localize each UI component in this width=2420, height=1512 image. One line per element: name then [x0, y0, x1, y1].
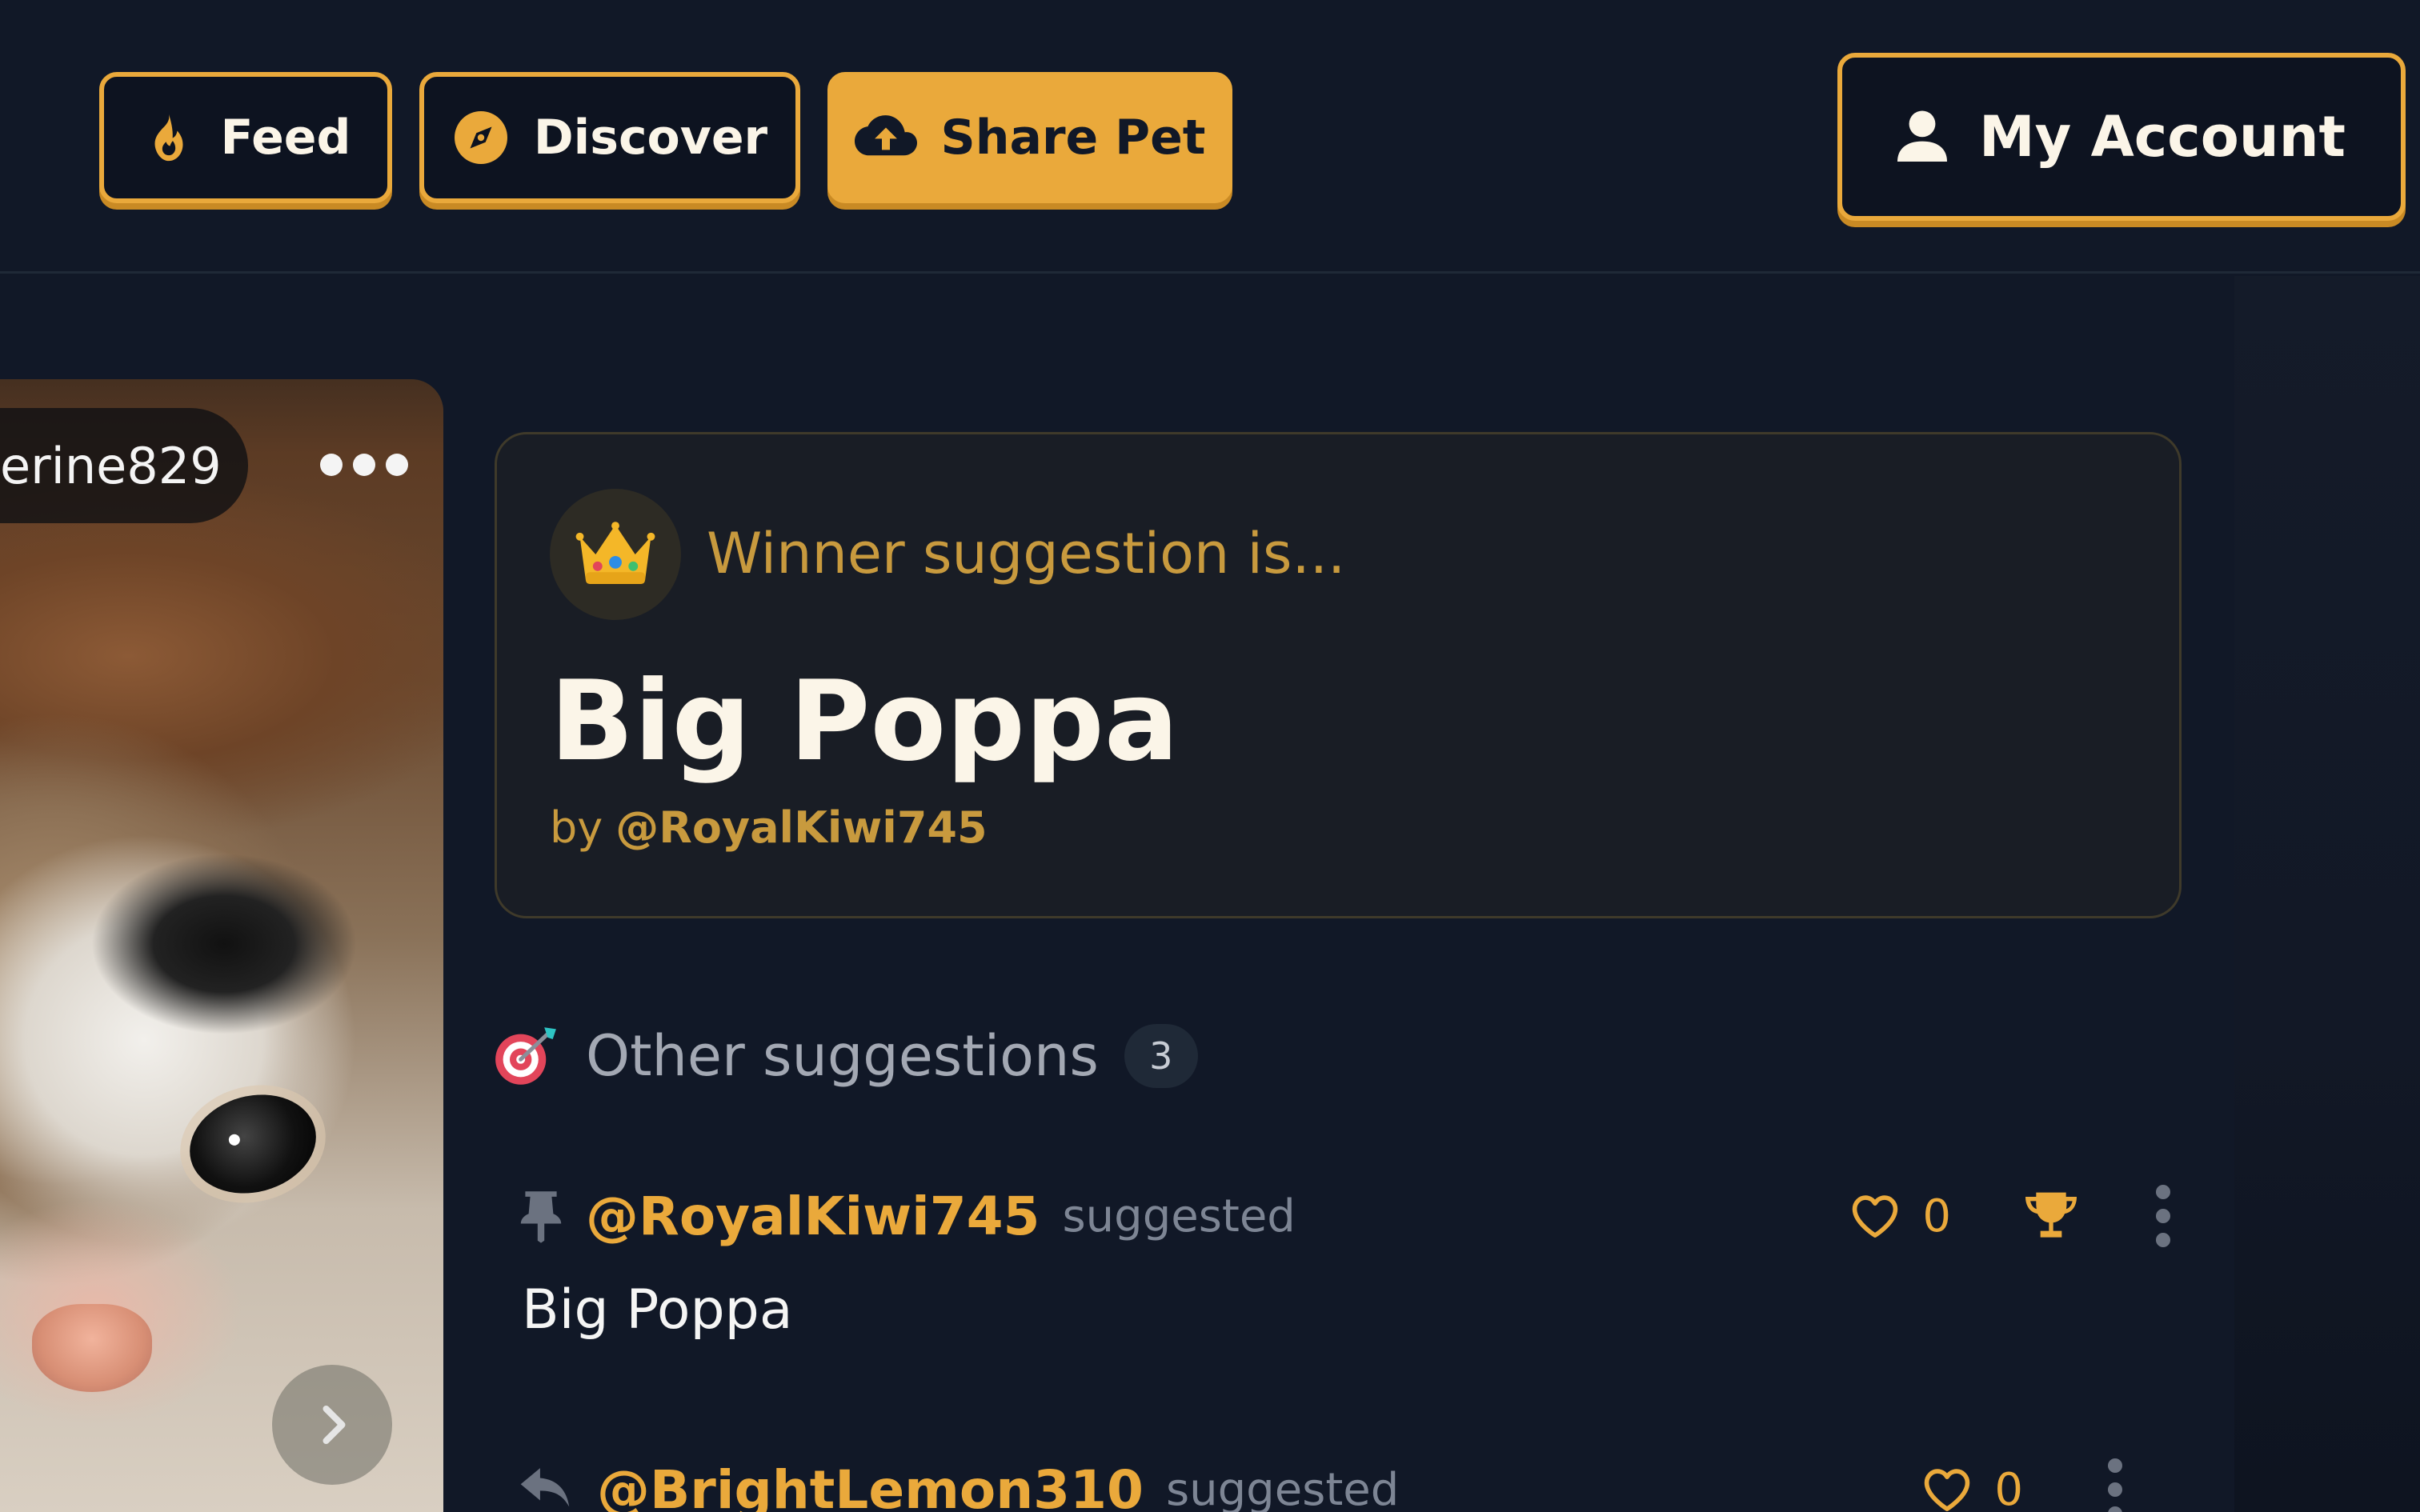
- right-gutter: [2234, 276, 2420, 1512]
- chevron-right-icon: [323, 1406, 346, 1444]
- post-author-username: erine829: [0, 436, 222, 495]
- suggestion-item: @BrightLemon310 suggested 0: [495, 1450, 2175, 1512]
- more-vertical-icon[interactable]: [2151, 1185, 2175, 1247]
- pin-icon: [520, 1191, 562, 1243]
- like-button[interactable]: 0: [1850, 1190, 1951, 1242]
- share-pet-button-label: Share Pet: [940, 110, 1206, 166]
- reply-icon: [520, 1468, 570, 1507]
- suggestion-actions: 0: [1850, 1176, 2175, 1256]
- discover-button-label: Discover: [533, 110, 768, 166]
- compass-icon: [454, 111, 507, 164]
- heart-icon: [1853, 1195, 1898, 1238]
- my-account-button[interactable]: My Account: [1837, 53, 2406, 221]
- other-suggestions-title: Other suggestions: [586, 1023, 1099, 1089]
- suggestion-author-link[interactable]: @BrightLemon310: [597, 1459, 1144, 1512]
- winner-by-prefix: by: [550, 802, 603, 853]
- other-suggestions-header: Other suggestions 3: [491, 1016, 1198, 1096]
- suggestion-text: Big Poppa: [522, 1278, 793, 1342]
- suggestion-meta: @RoyalKiwi745 suggested: [519, 1176, 1296, 1256]
- suggestions-count-badge: 3: [1124, 1024, 1198, 1088]
- share-pet-button[interactable]: Share Pet: [827, 72, 1232, 203]
- cloud-upload-icon: [854, 115, 917, 156]
- flame-icon: [154, 114, 183, 162]
- suggestion-item: @RoyalKiwi745 suggested Big Poppa 0: [495, 1176, 2175, 1368]
- winner-name: Big Poppa: [550, 657, 1179, 786]
- pet-photo-nose: [32, 1304, 152, 1392]
- discover-button[interactable]: Discover: [419, 72, 800, 203]
- crown-icon: [575, 522, 655, 585]
- winner-handle-link[interactable]: @RoyalKiwi745: [615, 802, 987, 853]
- suggestion-verb: suggested: [1165, 1463, 1400, 1512]
- more-vertical-icon[interactable]: [2103, 1458, 2127, 1512]
- winner-label: Winner suggestion is...: [707, 521, 1346, 586]
- user-icon: [1897, 110, 1947, 162]
- trophy-icon: [2025, 1192, 2077, 1238]
- winner-card: Winner suggestion is... Big Poppa by @Ro…: [495, 432, 2182, 918]
- winner-attribution: by @RoyalKiwi745: [550, 802, 988, 853]
- more-horizontal-icon[interactable]: [320, 445, 408, 485]
- feed-button[interactable]: Feed: [99, 72, 392, 203]
- like-count: 0: [1994, 1463, 2023, 1512]
- trophy-button[interactable]: [2023, 1190, 2079, 1242]
- post-author-pill[interactable]: erine829: [0, 408, 248, 523]
- suggestion-verb: suggested: [1062, 1190, 1296, 1242]
- suggestion-author-link[interactable]: @RoyalKiwi745: [586, 1186, 1040, 1247]
- feed-button-label: Feed: [220, 110, 351, 166]
- crown-badge: [550, 489, 681, 620]
- dart-target-icon: [495, 1027, 556, 1085]
- next-photo-button[interactable]: [272, 1365, 392, 1485]
- like-button[interactable]: 0: [1922, 1464, 2023, 1512]
- suggestion-meta: @BrightLemon310 suggested: [519, 1450, 1399, 1512]
- like-count: 0: [1922, 1190, 1951, 1242]
- top-navigation-bar: Feed Discover Share Pet My Account: [0, 0, 2420, 274]
- heart-icon: [1925, 1469, 1970, 1511]
- my-account-label: My Account: [1978, 104, 2346, 170]
- suggestion-actions: 0: [1922, 1450, 2127, 1512]
